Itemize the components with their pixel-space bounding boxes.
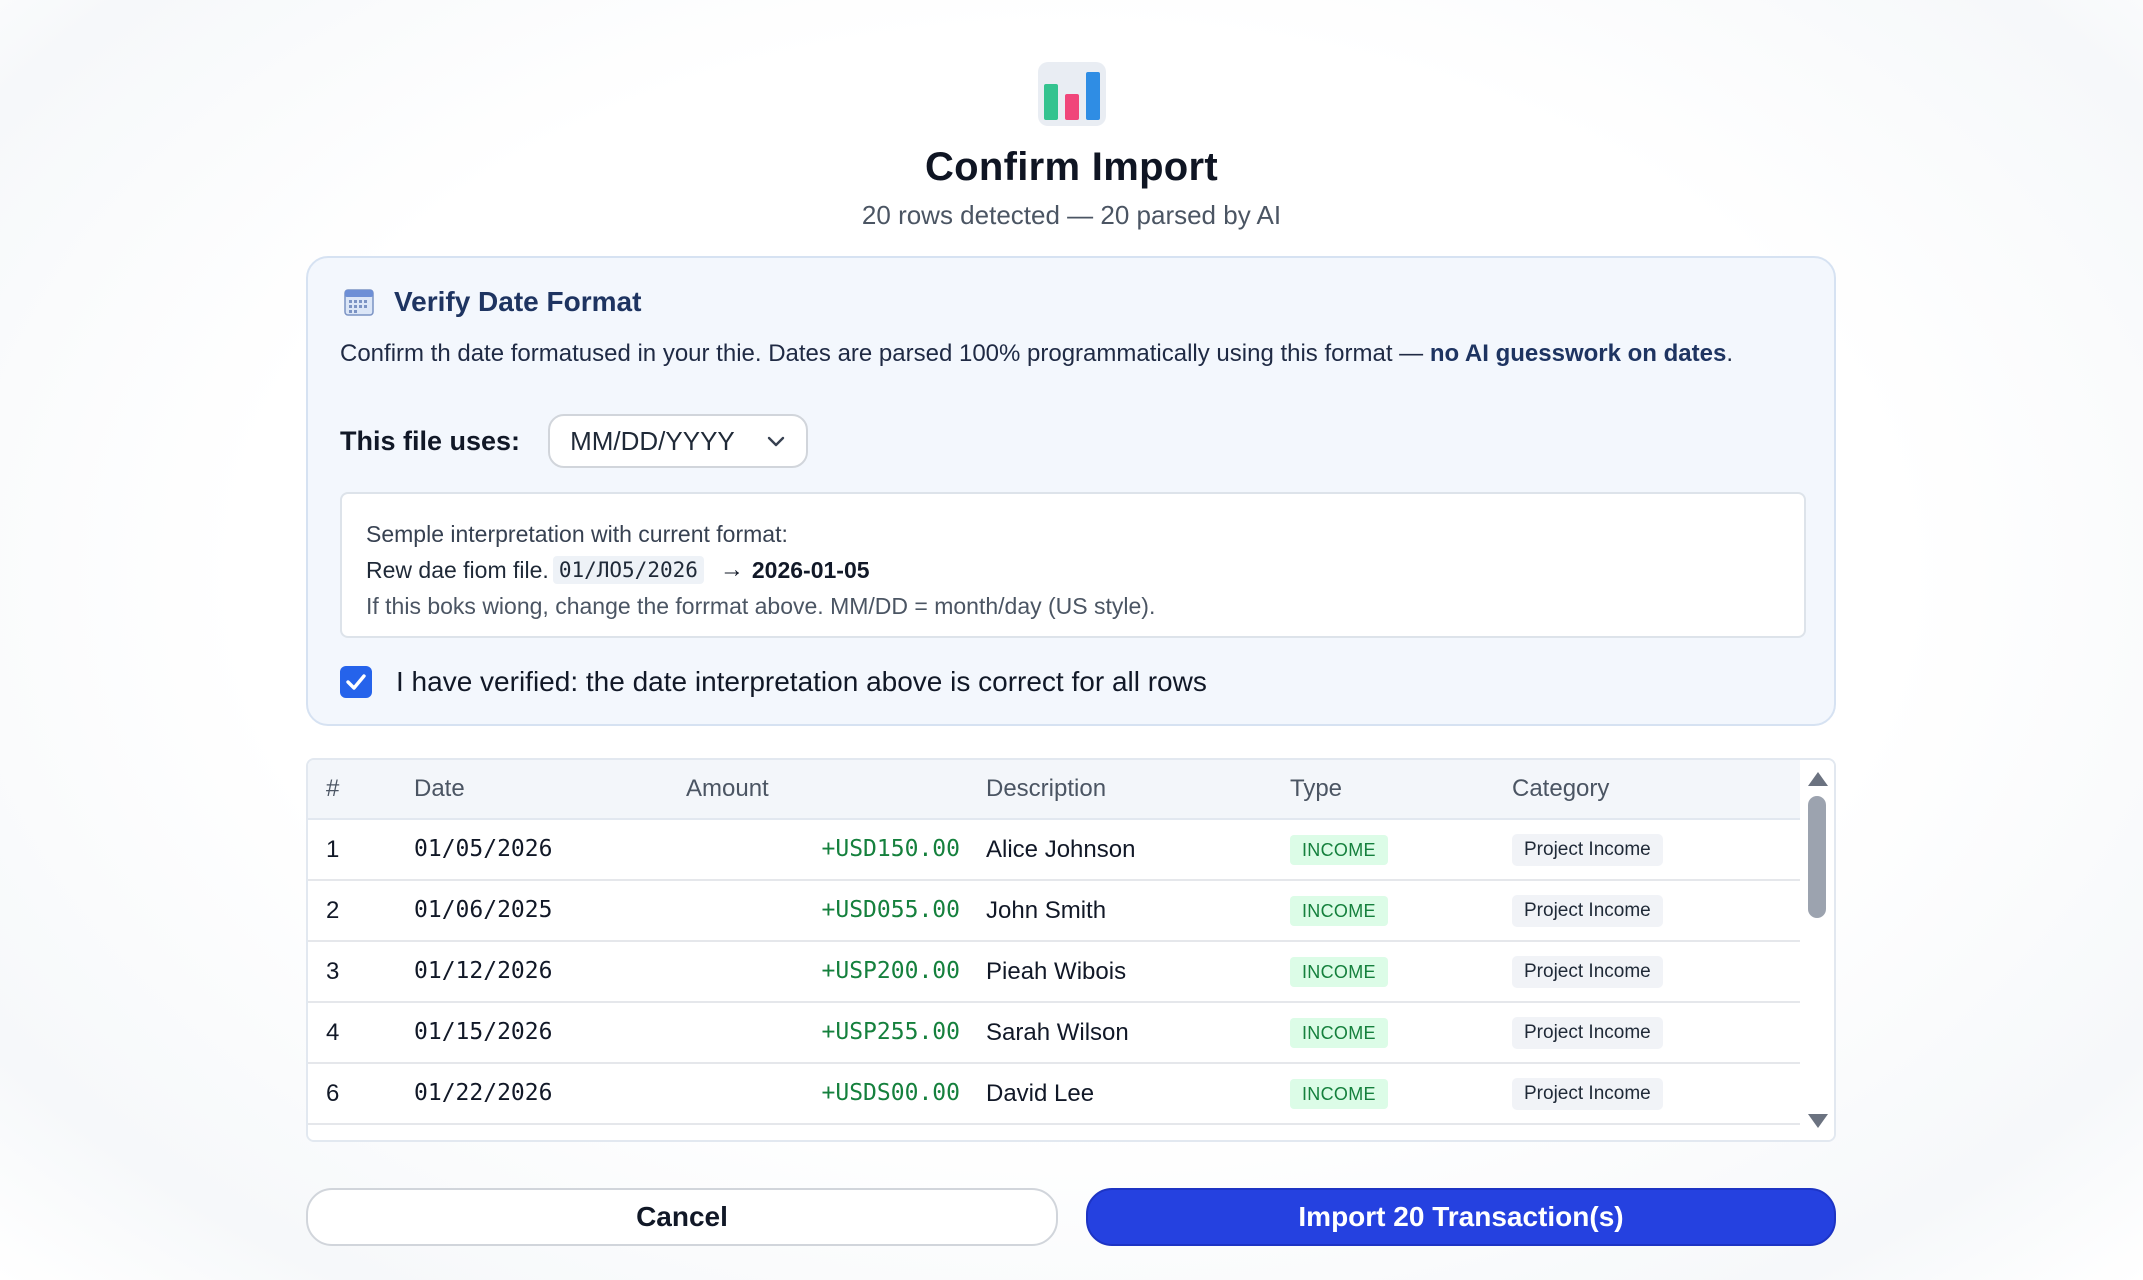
- calendar-icon: [344, 289, 374, 316]
- import-dialog: Confirm Import 20 rows detected — 20 par…: [0, 0, 2143, 1280]
- row-amount: +USDS00.00: [821, 1080, 960, 1106]
- description-end: .: [1726, 340, 1733, 367]
- description-text: Confirm th date formatused in your thie.…: [340, 340, 1430, 367]
- row-description: Sarah Wilson: [986, 1019, 1129, 1046]
- category-badge: Project Income: [1512, 956, 1663, 988]
- raw-date-value: 01/ЛО5/2026: [552, 556, 704, 584]
- type-badge: INCOME: [1290, 1079, 1388, 1109]
- table-row[interactable]: 3 01/12/2026 +USP200.00 Pieah Wibois INC…: [308, 942, 1802, 1003]
- dialog-header: Confirm Import 20 rows detected — 20 par…: [0, 58, 2143, 231]
- sample-conversion: Rew dae fiom file. 01/ЛО5/2026 → 2026-01…: [366, 552, 1780, 588]
- type-badge: INCOME: [1290, 835, 1388, 865]
- row-date: 01/22/2026: [414, 1080, 553, 1106]
- verify-checkbox[interactable]: [340, 666, 372, 698]
- column-header-number: #: [326, 775, 340, 802]
- category-badge: Project Income: [1512, 834, 1663, 866]
- type-badge: INCOME: [1290, 1018, 1388, 1048]
- scroll-up-arrow-icon[interactable]: [1808, 772, 1828, 786]
- table-row[interactable]: 1 01/05/2026 +USD150.00 Alice Johnson IN…: [308, 820, 1802, 881]
- scroll-thumb[interactable]: [1808, 796, 1826, 918]
- table-row[interactable]: 6 01/22/2026 +USDS00.00 David Lee INCOME…: [308, 1064, 1802, 1125]
- sample-interpretation: Semple interpretation with current forma…: [340, 492, 1806, 638]
- row-amount: +USD055.00: [821, 897, 960, 923]
- row-number: 1: [326, 836, 340, 863]
- card-header: Verify Date Format: [344, 286, 641, 318]
- row-number: 4: [326, 1019, 340, 1046]
- format-row: This file uses: MM/DD/YYYY: [340, 414, 809, 468]
- verify-label[interactable]: I have verified: the date interpretation…: [396, 666, 1207, 698]
- row-date: 01/12/2026: [414, 958, 553, 984]
- table-row-partial[interactable]: [308, 1125, 1802, 1140]
- row-date: 01/15/2026: [414, 1019, 553, 1045]
- row-description: John Smith: [986, 897, 1107, 924]
- cancel-button[interactable]: Cancel: [306, 1188, 1058, 1246]
- row-amount: +USP255.00: [821, 1019, 960, 1045]
- format-hint: If this boks wiong, change the forrmat a…: [366, 592, 1156, 619]
- card-title: Verify Date Format: [394, 286, 642, 317]
- row-description: David Lee: [986, 1080, 1095, 1107]
- column-header-type: Type: [1290, 775, 1343, 802]
- column-header-date: Date: [414, 775, 465, 802]
- row-amount: +USD150.00: [821, 836, 960, 862]
- page-subtitle: 20 rows detected — 20 parsed by AI: [861, 200, 1282, 230]
- date-format-value: MM/DD/YYYY: [570, 425, 735, 456]
- type-badge: INCOME: [1290, 957, 1388, 987]
- description-emphasis: no AI guesswork on dates: [1429, 340, 1727, 367]
- bar-chart-icon: [1037, 62, 1106, 126]
- raw-date-label: Rew dae fiom file.: [366, 556, 549, 583]
- checkmark-icon: [346, 674, 366, 690]
- table-row[interactable]: 2 01/06/2025 +USD055.00 John Smith INCOM…: [308, 881, 1802, 942]
- row-date: 01/06/2025: [414, 897, 553, 923]
- column-header-category: Category: [1512, 775, 1610, 802]
- card-description: Confirm th date formatused in your thie.…: [340, 340, 1810, 367]
- table-body: 1 01/05/2026 +USD150.00 Alice Johnson IN…: [308, 820, 1802, 1140]
- type-badge: INCOME: [1290, 896, 1388, 926]
- import-button[interactable]: Import 20 Transaction(s): [1086, 1188, 1836, 1246]
- row-number: 2: [326, 897, 340, 924]
- verify-date-card: Verify Date Format Confirm th date forma…: [306, 256, 1836, 726]
- chevron-down-icon: [767, 436, 785, 447]
- arrow-icon: →: [719, 556, 744, 583]
- row-amount: +USP200.00: [821, 958, 960, 984]
- parsed-date-value: 2026-01-05: [751, 556, 870, 583]
- row-description: Alice Johnson: [986, 836, 1136, 863]
- row-date: 01/05/2026: [414, 836, 553, 862]
- page-title: Confirm Import: [924, 145, 1219, 189]
- table-scrollbar[interactable]: [1800, 760, 1834, 1140]
- sample-intro: Semple interpretation with current forma…: [366, 520, 788, 547]
- verify-row: I have verified: the date interpretation…: [340, 666, 1207, 698]
- column-header-description: Description: [986, 775, 1107, 802]
- category-badge: Project Income: [1512, 1017, 1663, 1049]
- format-label: This file uses:: [340, 425, 521, 456]
- category-badge: Project Income: [1512, 895, 1663, 927]
- category-badge: Project Income: [1512, 1078, 1663, 1110]
- row-number: 6: [326, 1080, 340, 1107]
- date-format-select[interactable]: MM/DD/YYYY: [548, 414, 809, 468]
- transactions-table: # Date Amount Description Type Category …: [306, 758, 1836, 1142]
- row-number: 3: [326, 958, 340, 985]
- scroll-down-arrow-icon[interactable]: [1808, 1114, 1828, 1128]
- column-header-amount: Amount: [686, 775, 769, 802]
- table-row[interactable]: 4 01/15/2026 +USP255.00 Sarah Wilson INC…: [308, 1003, 1802, 1064]
- table-header: # Date Amount Description Type Category: [308, 760, 1802, 820]
- row-description: Pieah Wibois: [986, 958, 1127, 985]
